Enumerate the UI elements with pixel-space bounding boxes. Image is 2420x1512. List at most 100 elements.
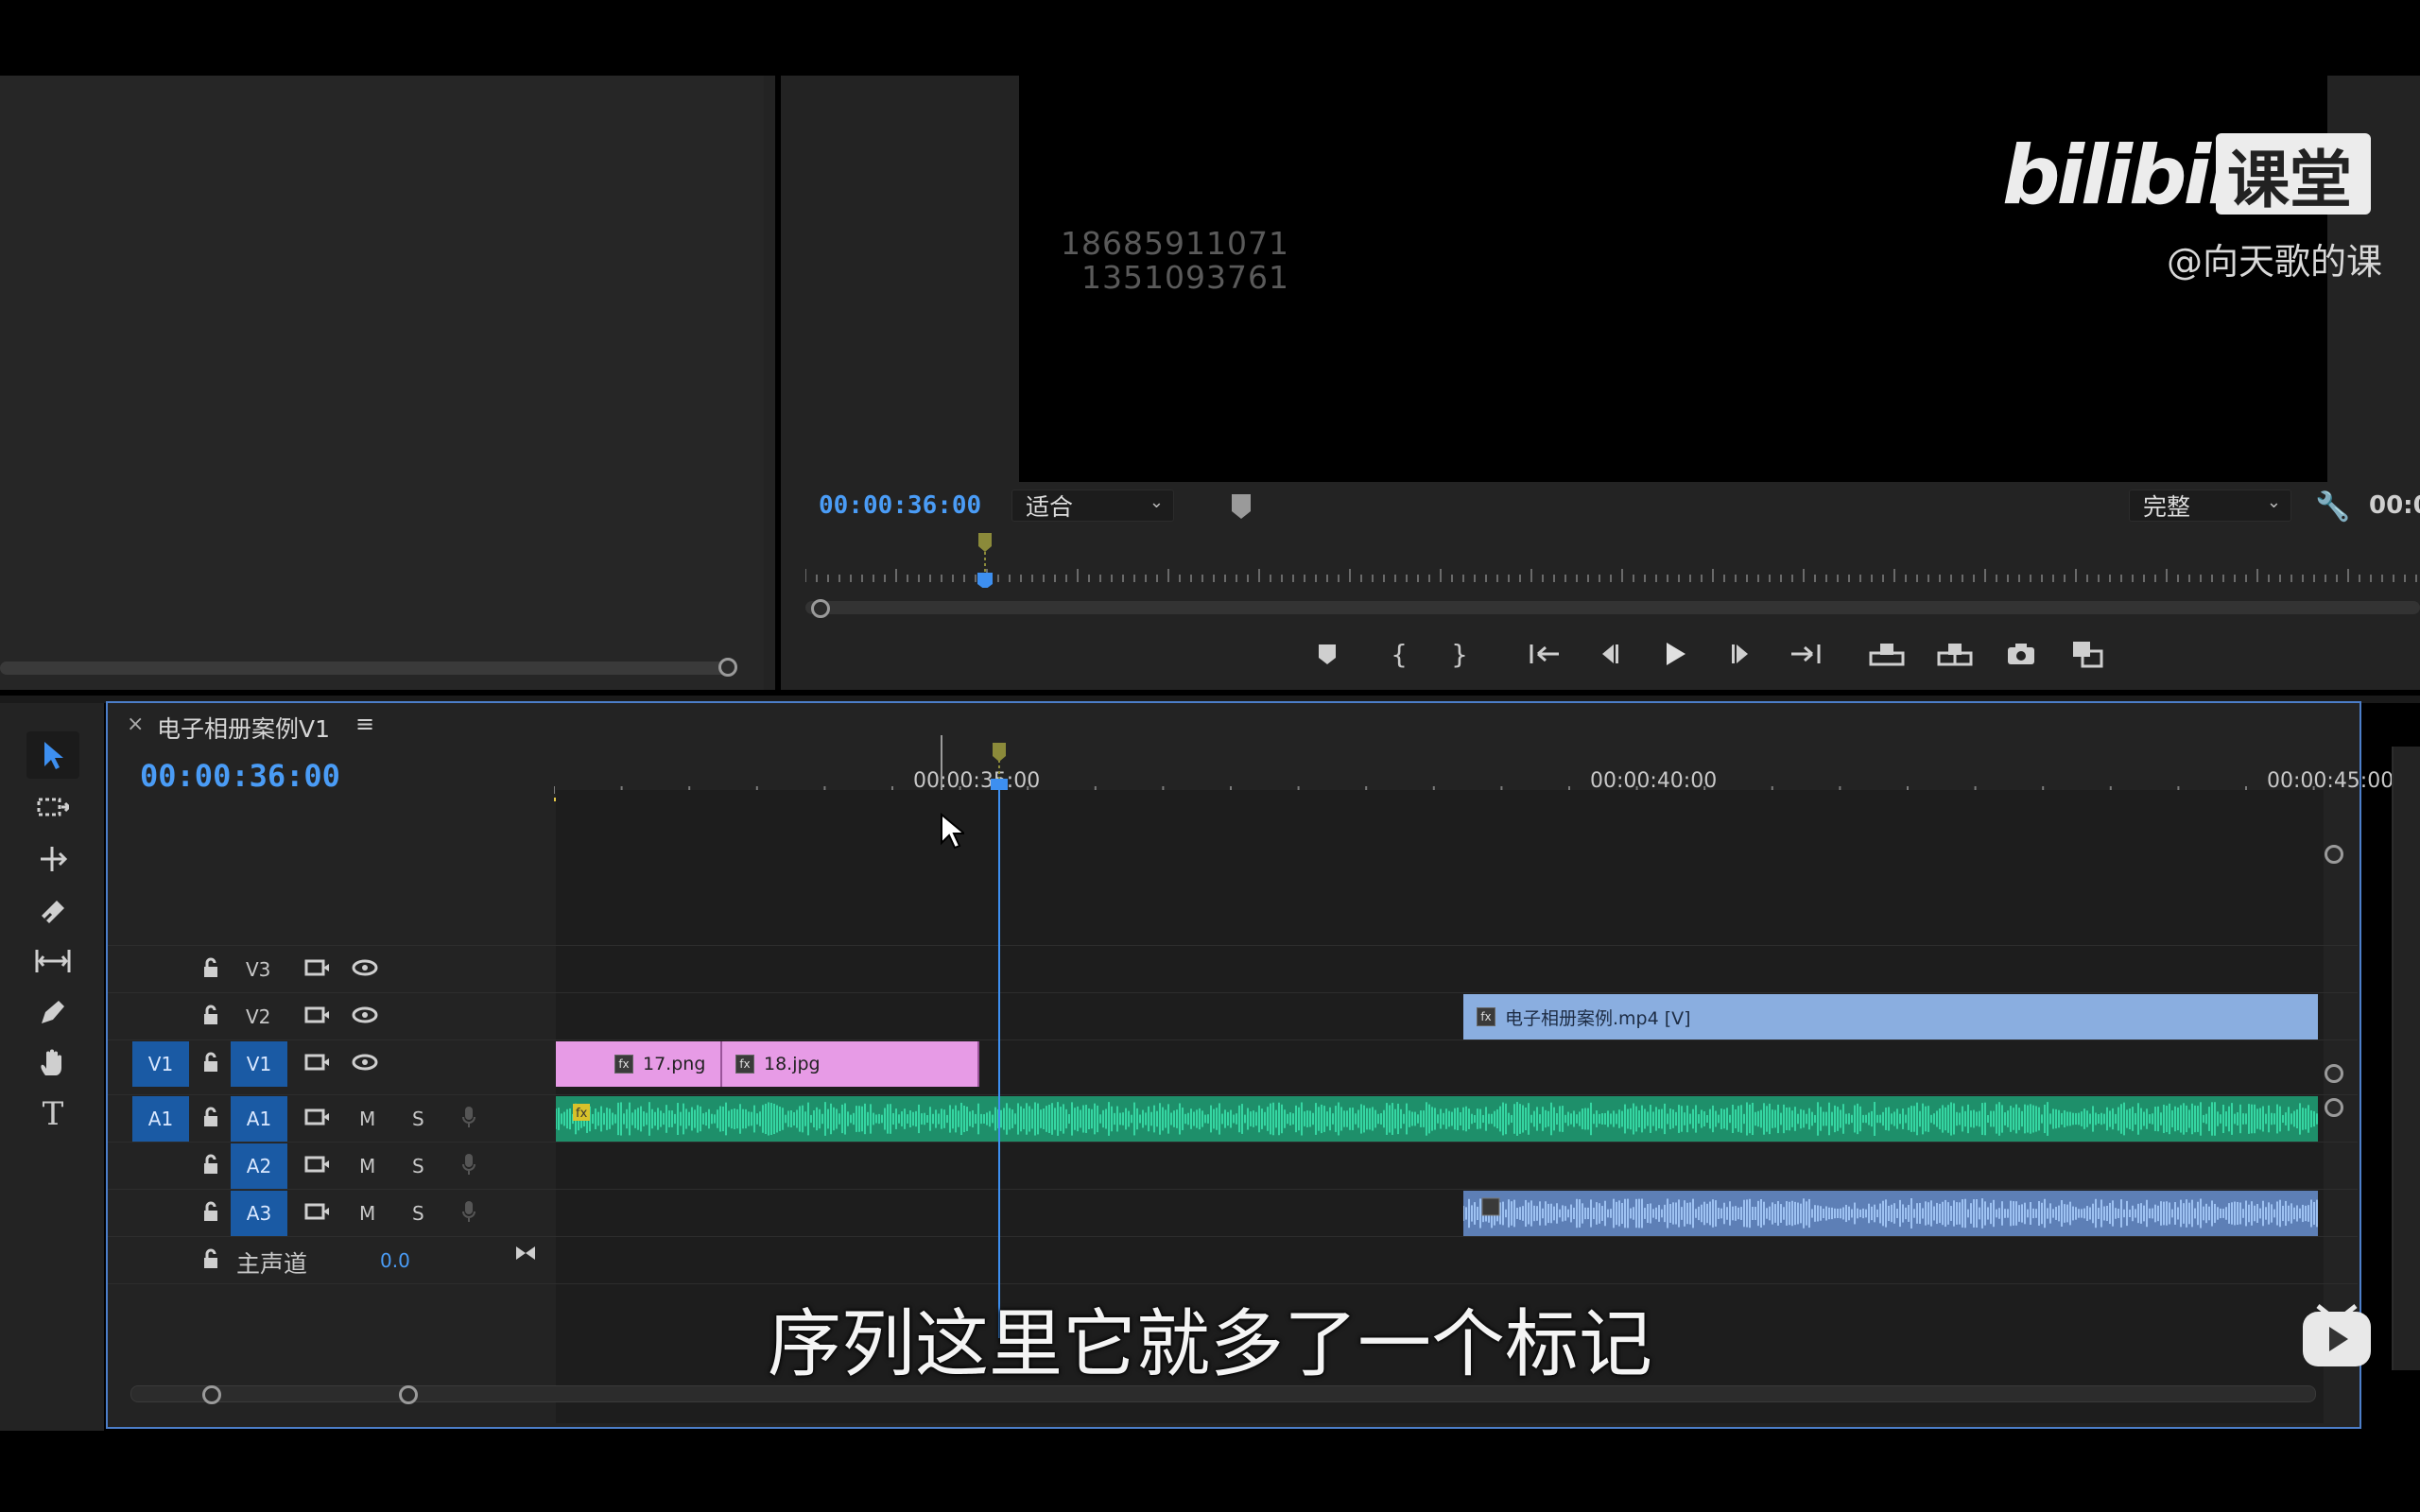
program-timecode[interactable]: 00:00:36:00: [819, 491, 981, 520]
track-target-a2[interactable]: A2: [231, 1143, 287, 1189]
bilibili-play-badge-icon: [2303, 1304, 2371, 1366]
sync-lock-film-icon[interactable]: [302, 1002, 331, 1028]
comparison-view-icon[interactable]: [2066, 633, 2108, 675]
track-row-master: [108, 1236, 2358, 1282]
master-track-label: 主声道: [236, 1250, 308, 1278]
fit-dropdown[interactable]: 适合 ⌄: [1011, 490, 1174, 522]
export-frame-camera-icon[interactable]: [2000, 633, 2042, 675]
track-label-v3: V3: [246, 958, 271, 981]
panel-menu-icon[interactable]: ≡: [355, 711, 374, 737]
mute-button[interactable]: M: [359, 1202, 375, 1225]
track-row-v3: [108, 945, 2358, 991]
playhead-line: [998, 790, 1000, 1338]
clip-mp4-video[interactable]: fx 电子相册案例.mp4 [V]: [1463, 994, 2318, 1040]
fx-icon: [1481, 1197, 1500, 1216]
mouse-cursor-icon: [941, 813, 964, 850]
program-scroll-handle[interactable]: [811, 599, 830, 618]
bilibili-logo: bilibili 课堂: [2002, 129, 2371, 217]
track-target-a3[interactable]: A3: [231, 1191, 287, 1236]
lock-icon[interactable]: [199, 1151, 223, 1177]
clip-18-jpg[interactable]: fx 18.jpg: [722, 1041, 979, 1087]
quality-value: 完整: [2143, 493, 2191, 521]
lock-icon[interactable]: [199, 1198, 223, 1225]
track-scroll-handle-top[interactable]: [2325, 845, 2343, 864]
svg-text:fx: fx: [576, 1107, 588, 1121]
pen-tool-icon[interactable]: [26, 988, 79, 1036]
track-select-tool-icon[interactable]: [26, 784, 79, 832]
fx-icon: fx: [735, 1055, 754, 1074]
lock-icon[interactable]: [199, 1246, 223, 1272]
sync-lock-film-icon[interactable]: [302, 1104, 331, 1130]
add-marker-icon[interactable]: [1227, 491, 1255, 522]
microphone-icon[interactable]: [458, 1104, 480, 1130]
sync-lock-film-icon[interactable]: [302, 1049, 331, 1075]
playback-resolution-dropdown[interactable]: 完整 ⌄: [2129, 490, 2291, 522]
lift-icon[interactable]: [1866, 633, 1908, 675]
source-scrollbar[interactable]: [0, 662, 737, 675]
marker-icon: [993, 743, 1006, 762]
master-volume-value[interactable]: 0.0: [380, 1249, 410, 1272]
svg-text:课堂: 课堂: [2227, 144, 2352, 216]
letterbox-top: [0, 0, 2420, 76]
sync-lock-film-icon[interactable]: [302, 1151, 331, 1177]
program-ruler[interactable]: [805, 531, 2420, 588]
lock-icon[interactable]: [199, 1104, 223, 1130]
track-target-a1[interactable]: A1: [231, 1096, 287, 1142]
eye-icon[interactable]: [350, 1049, 380, 1075]
step-forward-icon[interactable]: [1720, 633, 1762, 675]
fit-value: 适合: [1026, 493, 1074, 521]
lock-icon[interactable]: [199, 1002, 223, 1028]
sync-lock-film-icon[interactable]: [302, 1198, 331, 1225]
fx-icon: fx: [1477, 1007, 1495, 1026]
lock-icon[interactable]: [199, 954, 223, 981]
source-patch-a1[interactable]: A1: [132, 1096, 189, 1142]
sync-lock-film-icon[interactable]: [302, 954, 331, 981]
eye-icon[interactable]: [350, 1002, 380, 1028]
close-tab-icon[interactable]: ×: [127, 713, 144, 736]
step-back-icon[interactable]: [1588, 633, 1630, 675]
sequence-tab-name[interactable]: 电子相册案例V1: [157, 711, 330, 745]
track-row-a2: [108, 1142, 2358, 1188]
eye-icon[interactable]: [350, 954, 380, 981]
clip-17-png[interactable]: fx 17.png: [556, 1041, 722, 1087]
audio-clip-a3[interactable]: [1463, 1191, 2318, 1236]
track-target-v1[interactable]: V1: [231, 1041, 287, 1087]
go-to-out-icon[interactable]: [1785, 633, 1826, 675]
marker-icon: [978, 533, 992, 552]
clip-label: 17.png: [643, 1054, 706, 1074]
letterbox-bottom: [0, 1432, 2420, 1512]
right-panel-edge: [2392, 747, 2420, 1370]
add-marker-button[interactable]: [1306, 633, 1348, 675]
watermark-number-1: 18685911071: [1061, 225, 1289, 262]
audio-clip-a1[interactable]: fx: [556, 1096, 2318, 1142]
source-scroll-handle[interactable]: [718, 658, 737, 677]
video-subtitle: 序列这里它就多了一个标记: [767, 1302, 1652, 1387]
microphone-icon[interactable]: [458, 1198, 480, 1225]
mute-button[interactable]: M: [359, 1108, 375, 1130]
watermark-number-2: 1351093761: [1081, 259, 1289, 296]
program-zoom-scrollbar[interactable]: [805, 601, 2420, 614]
slip-tool-icon[interactable]: [26, 937, 79, 985]
mute-button[interactable]: M: [359, 1155, 375, 1177]
bowtie-icon[interactable]: [512, 1240, 539, 1266]
type-tool-icon[interactable]: T: [26, 1091, 79, 1138]
timeline-timecode[interactable]: 00:00:36:00: [140, 758, 340, 794]
chevron-down-icon: ⌄: [1149, 492, 1164, 512]
source-monitor-area: [0, 76, 764, 690]
razor-tool-icon[interactable]: [26, 886, 79, 934]
ripple-edit-tool-icon[interactable]: [26, 835, 79, 883]
extract-icon[interactable]: [1934, 633, 1976, 675]
source-patch-v1[interactable]: V1: [132, 1041, 189, 1087]
mark-in-button[interactable]: {: [1378, 633, 1420, 675]
solo-button[interactable]: S: [412, 1108, 424, 1130]
microphone-icon[interactable]: [458, 1151, 480, 1177]
lock-icon[interactable]: [199, 1049, 223, 1075]
hand-tool-icon[interactable]: [26, 1040, 79, 1087]
wrench-icon[interactable]: 🔧: [2315, 490, 2350, 524]
solo-button[interactable]: S: [412, 1202, 424, 1225]
solo-button[interactable]: S: [412, 1155, 424, 1177]
go-to-in-icon[interactable]: [1524, 633, 1565, 675]
selection-tool-icon[interactable]: [26, 731, 79, 779]
mark-out-button[interactable]: }: [1439, 633, 1480, 675]
play-button[interactable]: [1654, 633, 1696, 675]
